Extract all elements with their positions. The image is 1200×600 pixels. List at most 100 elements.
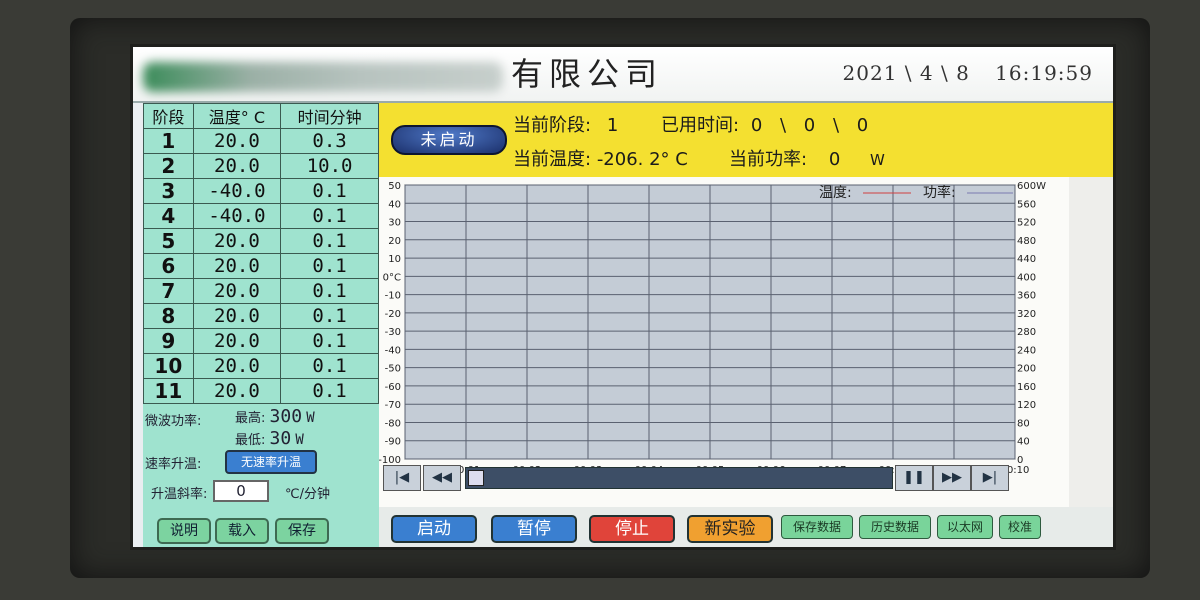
- last-page-icon[interactable]: ▶|: [971, 465, 1009, 491]
- legend-temp-label: 温度:: [819, 185, 852, 201]
- stage-temp[interactable]: -40.0: [192, 178, 282, 204]
- ramp-input[interactable]: 0: [213, 480, 269, 502]
- stage-time[interactable]: 0.1: [280, 378, 379, 404]
- stage-time[interactable]: 0.1: [280, 253, 379, 279]
- stage-number: 6: [143, 253, 194, 279]
- left-axis-tick: 20: [388, 236, 401, 247]
- left-axis-tick: -50: [385, 364, 401, 375]
- first-page-icon[interactable]: |◀: [383, 465, 421, 491]
- right-axis-tick: 600W: [1017, 181, 1046, 192]
- stage-time[interactable]: 0.1: [280, 303, 379, 329]
- pause-button[interactable]: 暂停: [491, 515, 577, 543]
- stage-time[interactable]: 10.0: [280, 153, 379, 179]
- left-axis-tick: -90: [385, 437, 401, 448]
- stage-temp[interactable]: 20.0: [192, 353, 282, 379]
- history-data-button[interactable]: 历史数据: [859, 515, 931, 539]
- stage-time[interactable]: 0.1: [280, 353, 379, 379]
- hmi-screen: 有限公司 2021 \ 4 \ 8 16:19:59 阶段 温度° C 时间分钟…: [130, 44, 1116, 550]
- left-axis-tick: -80: [385, 418, 401, 429]
- stage-temp[interactable]: 20.0: [192, 328, 282, 354]
- left-axis-tick: 40: [388, 199, 401, 210]
- power-max: 最高: 300 W: [235, 406, 315, 427]
- header-temp: 温度° C: [192, 103, 282, 129]
- stop-button[interactable]: 停止: [589, 515, 675, 543]
- save-button[interactable]: 保存: [275, 518, 329, 544]
- table-row[interactable]: 11 20.0 0.1: [143, 378, 379, 404]
- table-row[interactable]: 6 20.0 0.1: [143, 253, 379, 279]
- trend-chart: 50 40 30 20 10 0°C -10 -20 -30 -40 -50 -60 -70 -80 -90…: [378, 177, 1069, 507]
- run-state-button[interactable]: 未启动: [391, 125, 507, 155]
- power-min-label: 最低:: [235, 433, 266, 448]
- table-row[interactable]: 5 20.0 0.1: [143, 228, 379, 254]
- stage-time[interactable]: 0.1: [280, 228, 379, 254]
- left-axis-tick: -40: [385, 345, 401, 356]
- new-experiment-button[interactable]: 新实验: [687, 515, 773, 543]
- stage-temp[interactable]: 20.0: [192, 228, 282, 254]
- right-axis-tick: 440: [1017, 254, 1036, 265]
- current-power-unit: W: [870, 151, 885, 169]
- current-power: 当前功率: 0 W: [729, 145, 885, 171]
- right-axis-tick: 240: [1017, 345, 1036, 356]
- chart-svg: 50 40 30 20 10 0°C -10 -20 -30 -40 -50 -60 -70 -80 -90…: [378, 181, 1046, 476]
- table-row[interactable]: 2 20.0 10.0: [143, 153, 379, 179]
- timeline-scrollbar[interactable]: [465, 467, 893, 489]
- stage-time[interactable]: 0.1: [280, 203, 379, 229]
- blurred-company-logo: [143, 61, 503, 92]
- rate-toggle-button[interactable]: 无速率升温: [225, 450, 317, 474]
- left-axis-tick: 10: [388, 254, 401, 265]
- stage-temp[interactable]: 20.0: [192, 303, 282, 329]
- scrollbar-thumb[interactable]: [468, 470, 484, 486]
- left-axis-tick: 0°C: [383, 272, 401, 283]
- stage-temp[interactable]: -40.0: [192, 203, 282, 229]
- stage-temp[interactable]: 20.0: [192, 128, 282, 154]
- save-data-button[interactable]: 保存数据: [781, 515, 853, 539]
- table-header-row: 阶段 温度° C 时间分钟: [143, 103, 379, 129]
- stage-temp[interactable]: 20.0: [192, 278, 282, 304]
- table-row[interactable]: 3 -40.0 0.1: [143, 178, 379, 204]
- fast-forward-icon[interactable]: ▶▶: [933, 465, 971, 491]
- stage-time[interactable]: 0.3: [280, 128, 379, 154]
- right-axis-tick: 120: [1017, 400, 1036, 411]
- stage-number: 10: [143, 353, 194, 379]
- rewind-icon[interactable]: ◀◀: [423, 465, 461, 491]
- current-stage-label: 当前阶段:: [513, 115, 592, 136]
- help-button[interactable]: 说明: [157, 518, 211, 544]
- power-max-label: 最高:: [235, 411, 266, 426]
- table-row[interactable]: 4 -40.0 0.1: [143, 203, 379, 229]
- stage-number: 8: [143, 303, 194, 329]
- table-row[interactable]: 9 20.0 0.1: [143, 328, 379, 354]
- start-button[interactable]: 启动: [391, 515, 477, 543]
- stage-time[interactable]: 0.1: [280, 328, 379, 354]
- right-axis-tick: 400: [1017, 272, 1036, 283]
- stage-temp[interactable]: 20.0: [192, 153, 282, 179]
- right-axis-tick: 360: [1017, 291, 1036, 302]
- ethernet-button[interactable]: 以太网: [937, 515, 993, 539]
- current-temp-label: 当前温度:: [513, 149, 592, 170]
- table-row[interactable]: 1 20.0 0.3: [143, 128, 379, 154]
- stage-number: 3: [143, 178, 194, 204]
- table-row[interactable]: 7 20.0 0.1: [143, 278, 379, 304]
- calibrate-button[interactable]: 校准: [999, 515, 1041, 539]
- left-axis-tick: 50: [388, 181, 401, 192]
- stage-time[interactable]: 0.1: [280, 178, 379, 204]
- elapsed-time-value: 0 \ 0 \ 0: [750, 115, 875, 136]
- stage-temp[interactable]: 20.0: [192, 378, 282, 404]
- current-temp: 当前温度: -206. 2° C: [513, 145, 688, 171]
- stage-temp[interactable]: 20.0: [192, 253, 282, 279]
- pause-icon[interactable]: ❚❚: [895, 465, 933, 491]
- elapsed-time: 已用时间: 0 \ 0 \ 0: [661, 111, 874, 137]
- action-bar: 启动 暂停 停止 新实验 保存数据 历史数据 以太网 校准: [379, 507, 1113, 547]
- load-button[interactable]: 载入: [215, 518, 269, 544]
- power-min-value[interactable]: 30: [270, 428, 292, 449]
- company-suffix: 有限公司: [511, 55, 664, 93]
- right-axis-tick: 160: [1017, 382, 1036, 393]
- table-row[interactable]: 10 20.0 0.1: [143, 353, 379, 379]
- table-row[interactable]: 8 20.0 0.1: [143, 303, 379, 329]
- ramp-label: 升温斜率:: [151, 487, 208, 502]
- stage-time[interactable]: 0.1: [280, 278, 379, 304]
- stages-table: 阶段 温度° C 时间分钟 1 20.0 0.3 2 20.0 10.0 3 -40.0 0.1…: [143, 103, 379, 404]
- rate-label: 速率升温:: [145, 457, 202, 472]
- current-stage: 当前阶段: 1: [513, 111, 618, 137]
- left-axis-tick: -30: [385, 327, 401, 338]
- power-max-value[interactable]: 300: [270, 406, 303, 427]
